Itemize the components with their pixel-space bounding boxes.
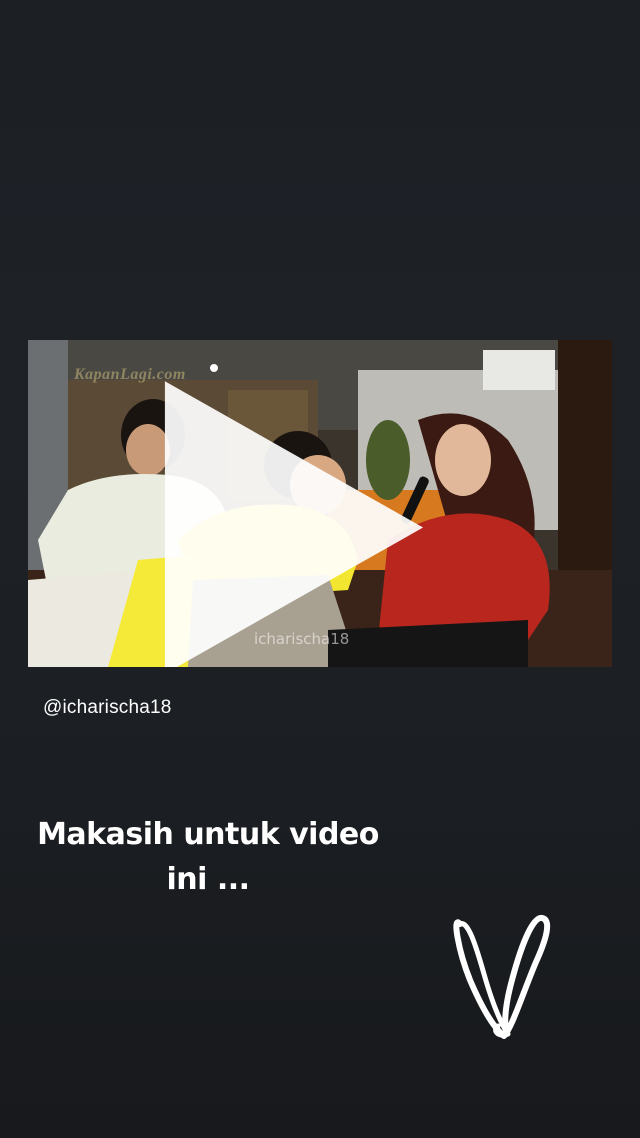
caption-line-2: ini ... — [166, 862, 250, 897]
heart-scribble-icon — [453, 915, 551, 1039]
mention-tag[interactable]: @icharischa18 — [43, 697, 172, 719]
play-icon[interactable] — [28, 364, 586, 667]
story-caption: Makasih untuk video ini ... — [0, 812, 416, 902]
caption-line-1: Makasih untuk video — [37, 817, 379, 852]
video-thumbnail[interactable]: KapanLagi.com icharischa18 — [28, 340, 612, 667]
story-screen: KapanLagi.com icharischa18 @icharischa18… — [0, 0, 640, 1138]
